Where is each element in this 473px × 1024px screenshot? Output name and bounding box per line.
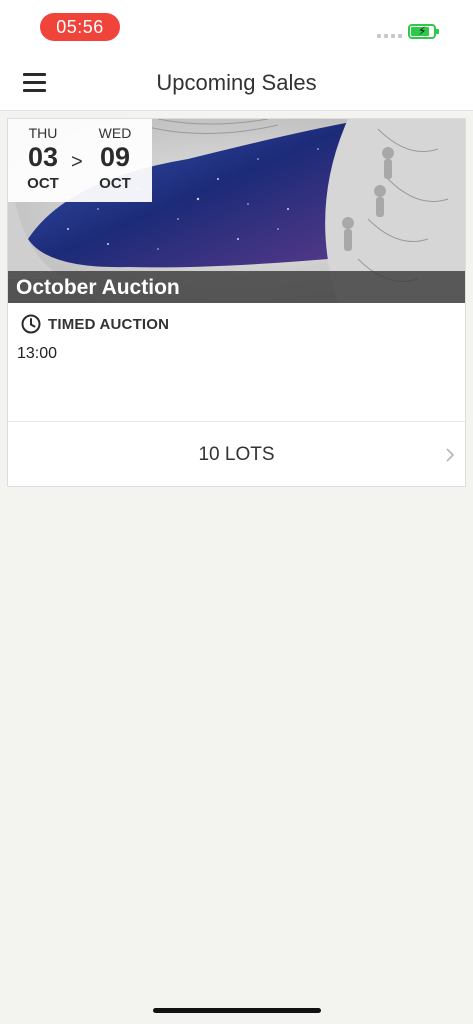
nav-bar: Upcoming Sales xyxy=(0,54,473,111)
sale-image: THU 03 OCT > WED 09 OCT October Auction xyxy=(8,119,465,303)
end-date: WED 09 OCT xyxy=(90,119,140,192)
date-separator: > xyxy=(71,151,83,173)
start-date: THU 03 OCT xyxy=(18,119,68,192)
start-dow: THU xyxy=(28,125,58,141)
sale-title-strip: October Auction xyxy=(8,271,465,303)
home-indicator xyxy=(153,1008,321,1013)
sale-card[interactable]: THU 03 OCT > WED 09 OCT October Auction … xyxy=(7,118,466,487)
auction-time: 13:00 xyxy=(17,345,58,362)
end-day: 09 xyxy=(99,142,131,172)
page-title: Upcoming Sales xyxy=(156,70,317,95)
start-month: OCT xyxy=(27,175,59,192)
signal-icon xyxy=(377,34,402,38)
end-month: OCT xyxy=(99,175,131,192)
auction-type: TIMED AUCTION xyxy=(21,314,169,334)
end-dow: WED xyxy=(98,125,132,141)
sale-title: October Auction xyxy=(16,276,180,299)
chevron-right-icon xyxy=(446,448,455,462)
lots-row[interactable]: 10 LOTS xyxy=(8,422,465,487)
date-range: THU 03 OCT > WED 09 OCT xyxy=(8,119,152,202)
status-time: 05:56 xyxy=(40,13,120,41)
clock-icon xyxy=(21,314,41,334)
lots-count: 10 LOTS xyxy=(198,444,275,465)
battery-icon: ⚡ xyxy=(408,24,439,39)
start-day: 03 xyxy=(27,142,59,172)
status-bar: 05:56 ⚡ xyxy=(0,0,473,54)
auction-type-label: TIMED AUCTION xyxy=(48,315,170,333)
